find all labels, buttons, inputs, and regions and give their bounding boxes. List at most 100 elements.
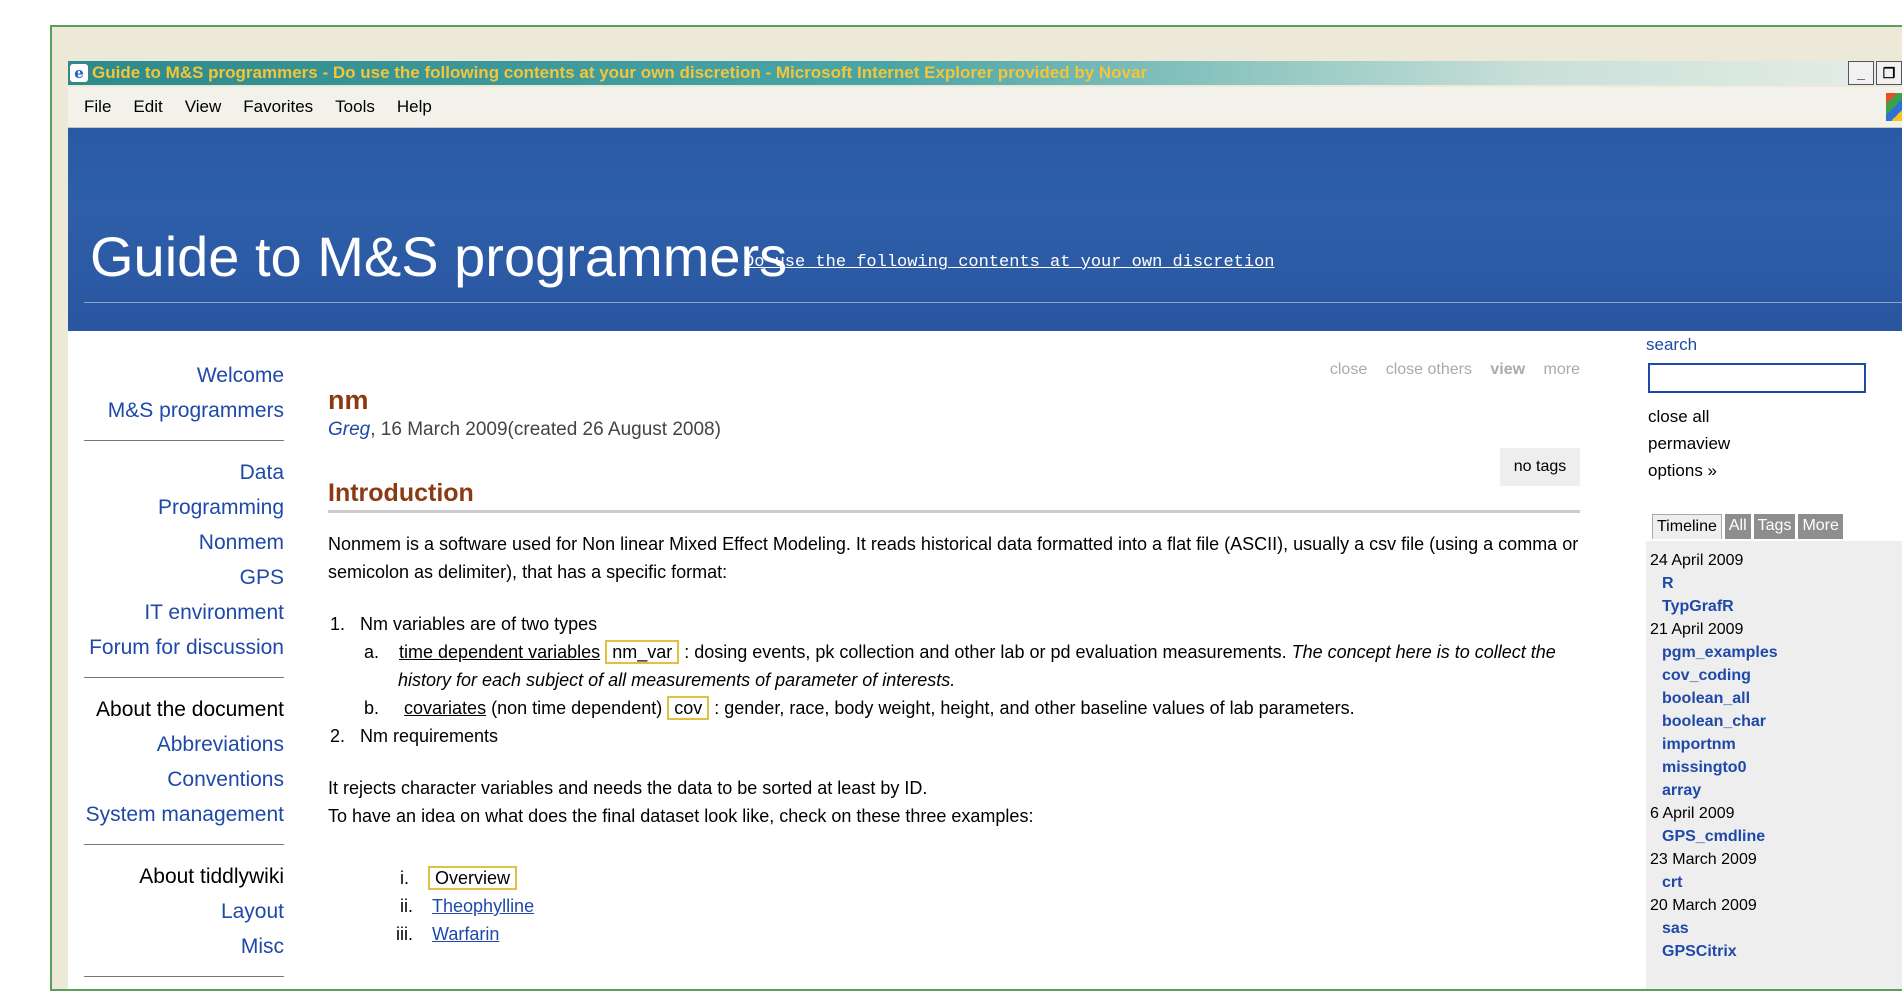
tab-all[interactable]: All bbox=[1724, 514, 1751, 539]
browser-window: e Guide to M&S programmers - Do use the … bbox=[50, 25, 1902, 991]
time-dependent-link[interactable]: time dependent variables bbox=[399, 642, 600, 662]
timeline-date: 24 April 2009 bbox=[1650, 552, 1744, 569]
timeline-item[interactable]: TypGrafR bbox=[1650, 595, 1902, 618]
view-command[interactable]: view bbox=[1490, 361, 1525, 378]
menu-favorites[interactable]: Favorites bbox=[243, 97, 313, 117]
window-titlebar[interactable]: e Guide to M&S programmers - Do use the … bbox=[68, 61, 1902, 85]
list-marker: iii. bbox=[396, 924, 413, 944]
menu-heading-about-document: About the document bbox=[96, 698, 284, 721]
timeline-item[interactable]: cov_coding bbox=[1650, 664, 1902, 687]
tab-timeline[interactable]: Timeline bbox=[1652, 514, 1722, 539]
timeline-item[interactable]: importnm bbox=[1650, 733, 1902, 756]
windows-flag-icon bbox=[1886, 93, 1902, 121]
timeline-date: 21 April 2009 bbox=[1650, 621, 1744, 638]
menu-divider bbox=[84, 677, 284, 678]
menu-link-forum[interactable]: Forum for discussion bbox=[68, 630, 300, 665]
menu-divider bbox=[84, 440, 284, 441]
example-item: i. Overview bbox=[328, 864, 1580, 892]
restore-button[interactable]: ❐ bbox=[1876, 61, 1902, 85]
site-subtitle[interactable]: Do use the following contents at your ow… bbox=[744, 253, 1275, 272]
options-link[interactable]: options » bbox=[1648, 461, 1717, 481]
list-marker: i. bbox=[400, 868, 409, 888]
menu-edit[interactable]: Edit bbox=[133, 97, 162, 117]
close-others-command[interactable]: close others bbox=[1386, 361, 1472, 378]
tab-tags[interactable]: Tags bbox=[1753, 514, 1796, 539]
timeline-item[interactable]: pgm_examples bbox=[1650, 641, 1902, 664]
list-text: (non time dependent) bbox=[491, 698, 663, 718]
menu-divider bbox=[84, 976, 284, 977]
list-italic: history for each subject of all measurem… bbox=[398, 670, 956, 690]
tiddler-author[interactable]: Greg bbox=[328, 419, 370, 440]
search-input[interactable] bbox=[1648, 363, 1866, 393]
timeline-item[interactable]: GPS_cmdline bbox=[1650, 825, 1902, 848]
list-marker: a. bbox=[364, 642, 380, 662]
example-item: iii. Warfarin bbox=[328, 920, 1580, 948]
timeline-item[interactable]: boolean_all bbox=[1650, 687, 1902, 710]
tab-more[interactable]: More bbox=[1798, 514, 1843, 539]
timeline-date: 6 April 2009 bbox=[1650, 805, 1735, 822]
warfarin-link[interactable]: Warfarin bbox=[432, 924, 499, 944]
site-title: Guide to M&S programmers bbox=[90, 225, 788, 288]
menu-link-welcome[interactable]: Welcome bbox=[68, 358, 300, 393]
timeline-item[interactable]: R bbox=[1650, 572, 1902, 595]
minimize-button[interactable]: _ bbox=[1848, 61, 1874, 85]
menu-divider bbox=[84, 844, 284, 845]
code-nm-var: nm_var bbox=[605, 640, 680, 664]
menu-link-gps[interactable]: GPS bbox=[68, 560, 300, 595]
covariates-link[interactable]: covariates bbox=[404, 698, 486, 718]
window-title: Guide to M&S programmers - Do use the fo… bbox=[92, 63, 1148, 82]
paragraph: It rejects character variables and needs… bbox=[328, 778, 928, 798]
menu-link-programming[interactable]: Programming bbox=[68, 490, 300, 525]
list-item: a. time dependent variables nm_var : dos… bbox=[328, 638, 1580, 666]
page-content: Guide to M&S programmers Do use the foll… bbox=[68, 128, 1902, 989]
header-divider bbox=[84, 302, 1902, 303]
overview-link[interactable]: Overview bbox=[428, 866, 518, 890]
timeline-item[interactable]: boolean_char bbox=[1650, 710, 1902, 733]
tiddler-title: nm bbox=[328, 385, 369, 415]
example-item: ii. Theophylline bbox=[328, 892, 1580, 920]
ie-logo-icon: e bbox=[70, 64, 88, 82]
menu-link-it-environment[interactable]: IT environment bbox=[68, 595, 300, 630]
menu-link-layout[interactable]: Layout bbox=[68, 894, 300, 929]
menu-link-data[interactable]: Data bbox=[68, 455, 300, 490]
timeline-date: 23 March 2009 bbox=[1650, 851, 1757, 868]
menu-bar: File Edit View Favorites Tools Help bbox=[68, 87, 1902, 128]
site-header: Guide to M&S programmers Do use the foll… bbox=[68, 128, 1902, 331]
timeline-item[interactable]: missingto0 bbox=[1650, 756, 1902, 779]
paragraph: To have an idea on what does the final d… bbox=[328, 806, 1034, 826]
menu-help[interactable]: Help bbox=[397, 97, 432, 117]
timeline-item[interactable]: GPSCitrix bbox=[1650, 940, 1902, 963]
code-cov: cov bbox=[667, 696, 710, 720]
timeline-list: 24 April 2009 R TypGrafR 21 April 2009 p… bbox=[1646, 541, 1902, 989]
menu-link-conventions[interactable]: Conventions bbox=[68, 762, 300, 797]
window-controls: _ ❐ bbox=[1846, 61, 1902, 85]
menu-link-misc[interactable]: Misc bbox=[68, 929, 300, 964]
timeline-item[interactable]: sas bbox=[1650, 917, 1902, 940]
menu-view[interactable]: View bbox=[185, 97, 222, 117]
list-item: 2. Nm requirements bbox=[330, 726, 499, 746]
search-label: search bbox=[1646, 335, 1698, 354]
close-all-link[interactable]: close all bbox=[1648, 407, 1709, 427]
menu-heading-about-tiddlywiki: About tiddlywiki bbox=[139, 865, 284, 888]
menu-file[interactable]: File bbox=[84, 97, 111, 117]
menu-tools[interactable]: Tools bbox=[335, 97, 375, 117]
timeline-item[interactable]: array bbox=[1650, 779, 1902, 802]
list-item: 1. Nm variables are of two types bbox=[330, 614, 598, 634]
timeline-item[interactable]: crt bbox=[1650, 871, 1902, 894]
more-command[interactable]: more bbox=[1544, 361, 1580, 378]
list-italic: The concept here is to collect the bbox=[1291, 642, 1556, 662]
menu-link-nonmem[interactable]: Nonmem bbox=[68, 525, 300, 560]
close-command[interactable]: close bbox=[1330, 361, 1367, 378]
tiddler-dates: , 16 March 2009(created 26 August 2008) bbox=[370, 419, 721, 440]
list-text: : gender, race, body weight, height, and… bbox=[714, 698, 1355, 718]
permaview-link[interactable]: permaview bbox=[1648, 434, 1730, 454]
timeline-date: 20 March 2009 bbox=[1650, 897, 1757, 914]
menu-link-abbreviations[interactable]: Abbreviations bbox=[68, 727, 300, 762]
tiddler-body: Nonmem is a software used for Non linear… bbox=[328, 530, 1580, 948]
intro-paragraph-cont: semicolon as delimiter), that has a spec… bbox=[328, 562, 728, 582]
menu-link-ms-programmers[interactable]: M&S programmers bbox=[68, 393, 300, 428]
list-marker: b. bbox=[364, 698, 380, 718]
list-item-cont: history for each subject of all measurem… bbox=[328, 666, 1580, 694]
theophylline-link[interactable]: Theophylline bbox=[432, 896, 534, 916]
menu-link-system-management[interactable]: System management bbox=[68, 797, 300, 832]
